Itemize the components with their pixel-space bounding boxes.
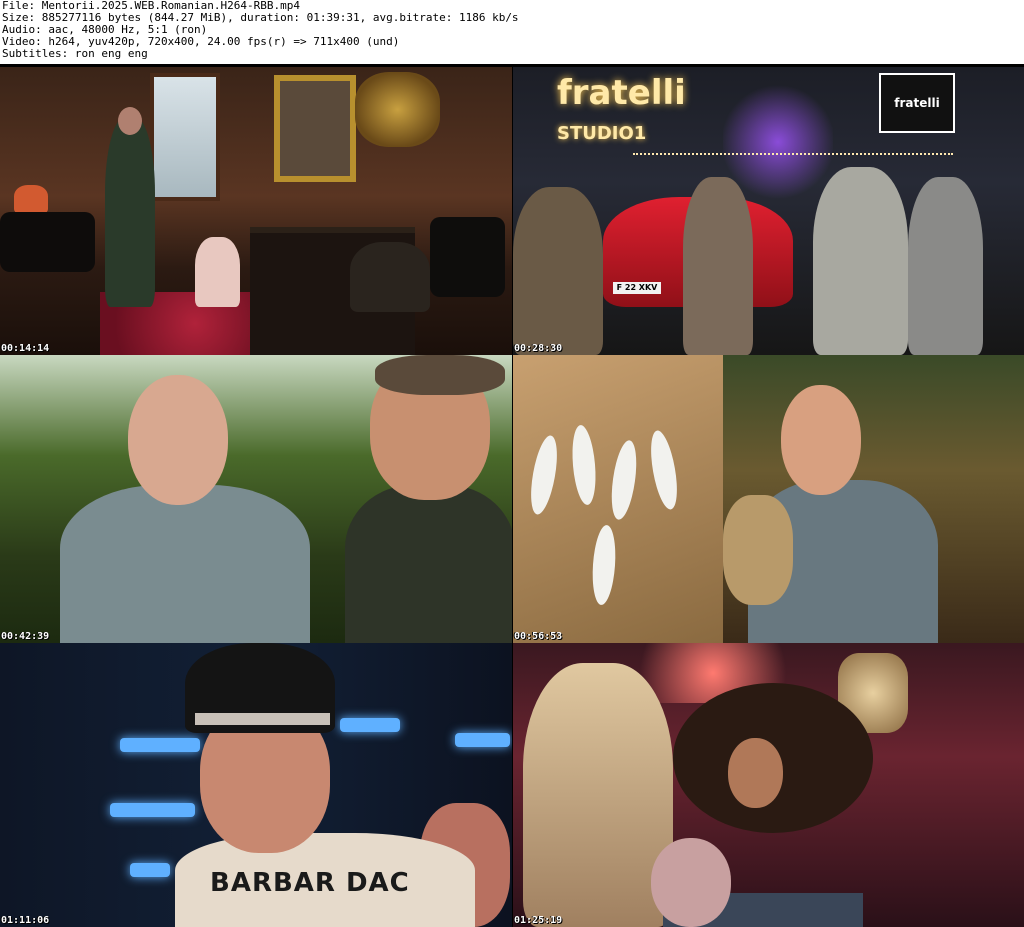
- neon-light: [130, 863, 170, 877]
- timestamp: 00:56:53: [514, 631, 563, 642]
- thumbnail-frame: 01:25:19: [513, 643, 1024, 927]
- armchair: [0, 212, 95, 272]
- neon-light: [120, 738, 200, 752]
- gilded-mirror: [274, 75, 356, 182]
- neon-light: [340, 718, 400, 732]
- timestamp: 00:42:39: [1, 631, 50, 642]
- subtitles-info-line: Subtitles: ron eng eng: [2, 47, 148, 60]
- man: [813, 167, 908, 355]
- club-scene: [513, 643, 1024, 927]
- eagle-statue: [355, 72, 440, 147]
- armchair: [430, 217, 505, 297]
- man: [513, 187, 603, 355]
- timestamp: 00:28:30: [514, 343, 563, 354]
- man: [908, 177, 983, 355]
- video-info-line: Video: h264, yuv420p, 720x400, 24.00 fps…: [2, 35, 400, 48]
- timestamp: 00:14:14: [1, 343, 50, 354]
- license-plate: F 22 XKV: [613, 282, 661, 294]
- lamp: [14, 185, 48, 213]
- bar-scene: BARBAR DAC: [0, 643, 512, 927]
- info-header: File: Mentorii.2025.WEB.Romanian.H264-RB…: [0, 0, 1024, 64]
- logo-sign: fratelli: [879, 73, 955, 133]
- man-body: [345, 485, 512, 643]
- feather-scene: [513, 355, 1024, 643]
- thumbnail-grid: 00:14:14 fratelli STUDIO1 fratelli F 22 …: [0, 64, 1024, 927]
- neon-light: [455, 733, 510, 747]
- bald-head: [128, 375, 228, 505]
- hair: [375, 355, 505, 395]
- neon-sign: fratelli: [557, 73, 686, 113]
- face: [728, 738, 783, 808]
- neon-glow: [723, 82, 833, 202]
- head: [118, 107, 142, 135]
- park-scene: [0, 355, 512, 643]
- bald-head: [781, 385, 861, 495]
- thumbnail-frame: fratelli STUDIO1 fratelli F 22 XKV 00:28…: [513, 67, 1024, 355]
- hand: [723, 495, 793, 605]
- standing-man: [105, 117, 155, 307]
- bald-head: [651, 838, 731, 927]
- neon-light: [110, 803, 195, 817]
- man: [683, 177, 753, 355]
- seated-man: [350, 242, 430, 312]
- street-scene: fratelli STUDIO1 fratelli F 22 XKV: [513, 67, 1024, 355]
- man-body: [60, 485, 310, 643]
- thumbnail-frame: BARBAR DAC 01:11:06: [0, 643, 512, 927]
- headband: [195, 713, 330, 725]
- thumbnail-frame: 00:42:39: [0, 355, 512, 643]
- string-lights: [633, 153, 953, 157]
- seated-woman: [195, 237, 240, 307]
- thumbnail-frame: 00:56:53: [513, 355, 1024, 643]
- neon-sign-sub: STUDIO1: [557, 123, 647, 144]
- shirt-print: BARBAR DAC: [210, 868, 410, 898]
- timestamp: 01:25:19: [514, 915, 563, 926]
- window: [150, 73, 220, 201]
- timestamp: 01:11:06: [1, 915, 50, 926]
- thumbnail-frame: 00:14:14: [0, 67, 512, 355]
- office-scene: [0, 67, 512, 355]
